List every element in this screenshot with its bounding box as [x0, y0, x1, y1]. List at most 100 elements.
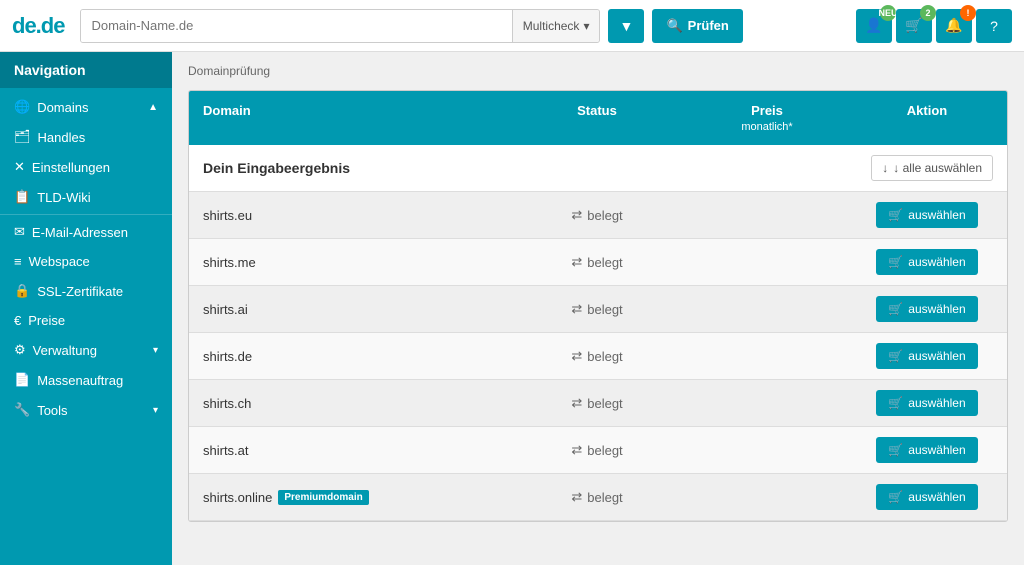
select-all-button[interactable]: ↓ ↓ alle auswählen — [871, 155, 993, 181]
bell-icon: 🔔 — [945, 17, 962, 34]
domain-cell: shirts.ai — [189, 292, 507, 327]
sidebar-item-email[interactable]: ✉ E-Mail-Adressen — [0, 217, 172, 247]
cart-button[interactable]: 🛒 2 — [896, 9, 932, 43]
status-cell: ⇄ belegt — [507, 291, 687, 327]
auswahlen-button[interactable]: 🛒 auswählen — [876, 296, 977, 322]
domain-cell: shirts.ch — [189, 386, 507, 421]
table-header: Domain Status Preis monatlich* Aktion — [189, 91, 1007, 145]
transfer-icon: ⇄ — [571, 254, 582, 270]
price-cell — [687, 299, 847, 319]
wiki-icon: 📋 — [14, 189, 30, 205]
handles-icon: 🗂 — [14, 129, 31, 145]
pruefen-button[interactable]: 🔍 Prüfen — [652, 9, 742, 43]
sidebar-item-tools[interactable]: 🔧 Tools ▾ — [0, 395, 172, 425]
sidebar: Navigation 🌐 Domains ▲ 🗂 Handles ✕ Einst… — [0, 52, 172, 565]
user-button[interactable]: 👤 NEU — [856, 9, 892, 43]
cart-icon: 🛒 — [888, 349, 903, 363]
premium-badge: Premiumdomain — [278, 490, 368, 505]
sidebar-item-webspace[interactable]: ≡ Webspace — [0, 247, 172, 276]
globe-icon: 🌐 — [14, 99, 30, 115]
col-aktion: Aktion — [847, 91, 1007, 145]
sidebar-item-tldwiki[interactable]: 📋 TLD-Wiki — [0, 182, 172, 212]
table-row: shirts.ch ⇄ belegt 🛒 auswählen — [189, 380, 1007, 427]
download-icon: ↓ — [882, 161, 888, 175]
status-cell: ⇄ belegt — [507, 385, 687, 421]
section-title: Dein Eingabeergebnis — [203, 160, 350, 176]
cart-icon: 🛒 — [888, 302, 903, 316]
auswahlen-button[interactable]: 🛒 auswählen — [876, 249, 977, 275]
transfer-icon: ⇄ — [571, 301, 582, 317]
help-button[interactable]: ? — [976, 9, 1012, 43]
header: de.de Multicheck ▾ ▼ 🔍 Prüfen 👤 NEU 🛒 2 … — [0, 0, 1024, 52]
action-cell: 🛒 auswählen — [847, 286, 1007, 332]
price-cell — [687, 346, 847, 366]
status-cell: ⇄ belegt — [507, 432, 687, 468]
chevron-down-icon: ▾ — [583, 19, 589, 33]
table-row: shirts.me ⇄ belegt 🛒 auswählen — [189, 239, 1007, 286]
layout: Navigation 🌐 Domains ▲ 🗂 Handles ✕ Einst… — [0, 52, 1024, 565]
action-cell: 🛒 auswählen — [847, 474, 1007, 520]
col-domain: Domain — [189, 91, 507, 145]
auswahlen-button[interactable]: 🛒 auswählen — [876, 484, 977, 510]
logo: de.de — [12, 13, 64, 39]
sidebar-item-handles[interactable]: 🗂 Handles — [0, 122, 172, 152]
chevron-up-icon: ▲ — [148, 102, 158, 113]
price-cell — [687, 487, 847, 507]
domain-cell: shirts.online Premiumdomain — [189, 480, 507, 515]
domain-cell: shirts.de — [189, 339, 507, 374]
section-header: Dein Eingabeergebnis ↓ ↓ alle auswählen — [189, 145, 1007, 192]
filter-button[interactable]: ▼ — [608, 9, 644, 43]
header-icons: 👤 NEU 🛒 2 🔔 ! ? — [856, 9, 1012, 43]
cart-icon: 🛒 — [888, 255, 903, 269]
sidebar-item-massenauftrag[interactable]: 📄 Massenauftrag — [0, 365, 172, 395]
domain-cell: shirts.me — [189, 245, 507, 280]
cart-icon: 🛒 — [888, 396, 903, 410]
sidebar-item-verwaltung[interactable]: ⚙ Verwaltung ▾ — [0, 335, 172, 365]
auswahlen-button[interactable]: 🛒 auswählen — [876, 390, 977, 416]
domain-name-premium: shirts.online Premiumdomain — [203, 490, 493, 505]
status-cell: ⇄ belegt — [507, 479, 687, 515]
search-bar: Multicheck ▾ — [80, 9, 600, 43]
status-cell: ⇄ belegt — [507, 338, 687, 374]
chevron-down-icon2: ▾ — [153, 405, 158, 416]
sidebar-item-einstellungen[interactable]: ✕ Einstellungen — [0, 152, 172, 182]
cart-icon: 🛒 — [888, 490, 903, 504]
transfer-icon: ⇄ — [571, 395, 582, 411]
main-content: Domainprüfung Domain Status Preis monatl… — [172, 52, 1024, 565]
col-status: Status — [507, 91, 687, 145]
price-cell — [687, 440, 847, 460]
auswahlen-button[interactable]: 🛒 auswählen — [876, 437, 977, 463]
table-rows-container: shirts.eu ⇄ belegt 🛒 auswählen — [189, 192, 1007, 521]
help-icon: ? — [990, 18, 998, 34]
cart-icon: 🛒 — [888, 208, 903, 222]
sidebar-item-preise[interactable]: € Preise — [0, 306, 172, 335]
user-icon: 👤 — [865, 17, 882, 34]
cart-icon: 🛒 — [888, 443, 903, 457]
multicheck-button[interactable]: Multicheck ▾ — [512, 10, 600, 42]
table-row: shirts.at ⇄ belegt 🛒 auswählen — [189, 427, 1007, 474]
sidebar-item-domains[interactable]: 🌐 Domains ▲ — [0, 92, 172, 122]
bulk-icon: 📄 — [14, 372, 30, 388]
search-input[interactable] — [81, 10, 511, 42]
breadcrumb: Domainprüfung — [188, 64, 1008, 78]
table-row: shirts.online Premiumdomain ⇄ belegt 🛒 a… — [189, 474, 1007, 521]
price-icon: € — [14, 313, 21, 328]
table-row: shirts.eu ⇄ belegt 🛒 auswählen — [189, 192, 1007, 239]
cart-badge: 2 — [920, 5, 936, 21]
bell-button[interactable]: 🔔 ! — [936, 9, 972, 43]
new-badge: NEU — [880, 5, 896, 21]
filter-icon: ▼ — [620, 18, 634, 34]
transfer-icon: ⇄ — [571, 348, 582, 364]
status-cell: ⇄ belegt — [507, 244, 687, 280]
action-cell: 🛒 auswählen — [847, 239, 1007, 285]
sidebar-item-ssl[interactable]: 🔒 SSL-Zertifikate — [0, 276, 172, 306]
auswahlen-button[interactable]: 🛒 auswählen — [876, 202, 977, 228]
email-icon: ✉ — [14, 224, 25, 240]
auswahlen-button[interactable]: 🛒 auswählen — [876, 343, 977, 369]
sidebar-title: Navigation — [0, 52, 172, 88]
table-row: shirts.de ⇄ belegt 🛒 auswählen — [189, 333, 1007, 380]
transfer-icon: ⇄ — [571, 489, 582, 505]
chevron-down-icon: ▾ — [153, 345, 158, 356]
gear-icon: ⚙ — [14, 342, 26, 358]
action-cell: 🛒 auswählen — [847, 192, 1007, 238]
